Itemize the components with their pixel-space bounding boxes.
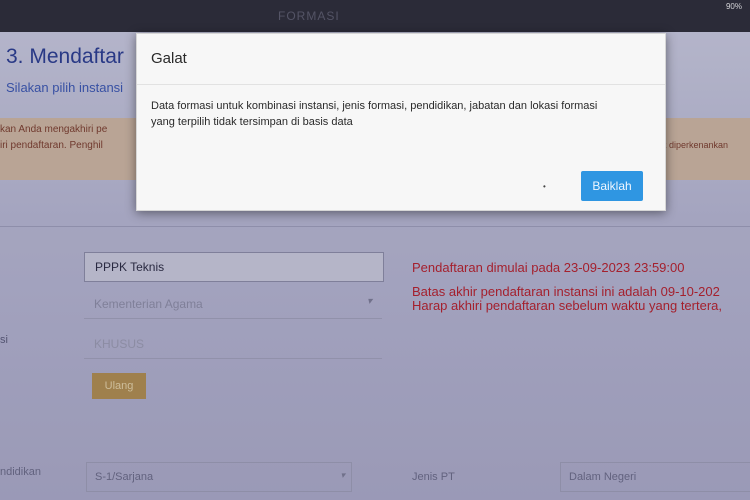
error-dialog: Galat Data formasi untuk kombinasi insta… bbox=[136, 33, 666, 211]
dialog-title: Galat bbox=[151, 50, 187, 67]
cursor-dot: • bbox=[543, 182, 546, 191]
baiklah-button[interactable]: Baiklah bbox=[581, 171, 643, 201]
dialog-message: Data formasi untuk kombinasi instansi, j… bbox=[151, 100, 598, 128]
dialog-header: Galat bbox=[137, 34, 665, 85]
